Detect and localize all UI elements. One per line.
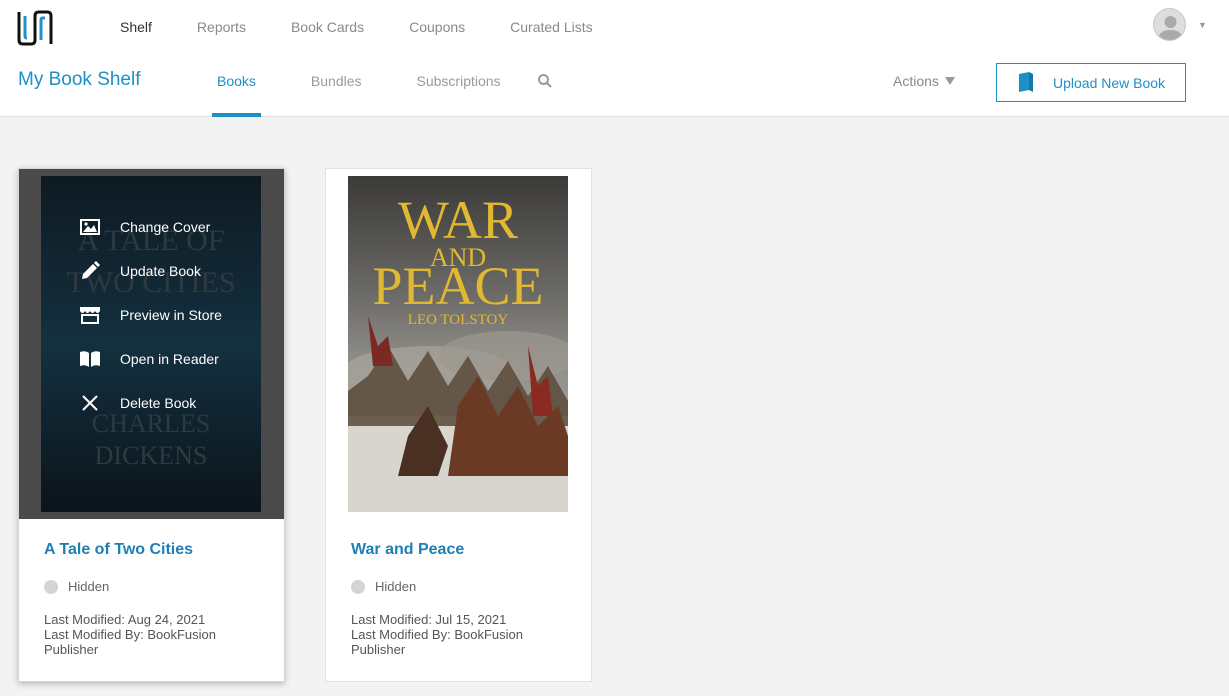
tab-bundles[interactable]: Bundles [306, 73, 367, 117]
status-dot [44, 579, 58, 594]
menu-item-label: Preview in Store [120, 307, 222, 323]
menu-item-label: Update Book [120, 263, 201, 279]
preview-in-store-menu-item[interactable]: Preview in Store [79, 303, 222, 327]
book-card[interactable]: A TALE OF TWO CITIES CHARLES DICKENS Cha… [18, 168, 285, 682]
cover-word1: WAR [398, 190, 518, 250]
close-icon [79, 392, 101, 414]
nav-coupons[interactable]: Coupons [409, 19, 465, 35]
nav-curated-lists[interactable]: Curated Lists [510, 19, 592, 35]
status-dot [351, 579, 365, 594]
image-icon [79, 216, 101, 238]
war-and-peace-cover-image: WAR AND PEACE LEO TOLSTOY [348, 176, 568, 512]
tab-subscriptions[interactable]: Subscriptions [412, 73, 506, 117]
store-icon [79, 304, 101, 326]
book-meta: Last Modified: Aug 24, 2021 Last Modifie… [44, 612, 244, 657]
book-card[interactable]: WAR AND PEACE LEO TOLSTOY War and Peace … [325, 168, 592, 682]
status-label: Hidden [68, 579, 110, 594]
last-modified-by: Last Modified By: BookFusion Publisher [351, 627, 523, 657]
delete-book-menu-item[interactable]: Delete Book [79, 391, 196, 415]
update-book-menu-item[interactable]: Update Book [79, 259, 201, 283]
cover-overlay: A TALE OF TWO CITIES CHARLES DICKENS Cha… [19, 169, 284, 519]
tab-bar: Books Bundles Subscriptions [212, 73, 551, 117]
menu-item-label: Change Cover [120, 219, 211, 235]
user-icon [1158, 16, 1183, 40]
caret-down-icon [944, 77, 955, 85]
upload-button-label: Upload New Book [1053, 75, 1166, 91]
cover-word3: PEACE [372, 256, 543, 316]
status-badge: Hidden [44, 579, 109, 594]
menu-item-label: Delete Book [120, 395, 197, 411]
nav-reports[interactable]: Reports [197, 19, 246, 35]
book-title-link[interactable]: A Tale of Two Cities [44, 541, 193, 559]
book-cover[interactable]: WAR AND PEACE LEO TOLSTOY [348, 176, 568, 512]
open-in-reader-menu-item[interactable]: Open in Reader [79, 347, 219, 371]
page-title: My Book Shelf [18, 69, 141, 90]
upload-new-book-button[interactable]: Upload New Book [996, 63, 1186, 102]
actions-label: Actions [893, 73, 939, 89]
book-cover[interactable]: A TALE OF TWO CITIES CHARLES DICKENS Cha… [41, 176, 261, 512]
pencil-icon [79, 260, 101, 282]
last-modified-by: Last Modified By: BookFusion Publisher [44, 627, 216, 657]
top-bar: Shelf Reports Book Cards Coupons Curated… [0, 0, 1229, 117]
book-meta: Last Modified: Jul 15, 2021 Last Modifie… [351, 612, 551, 657]
logo-icon[interactable] [17, 10, 53, 46]
change-cover-menu-item[interactable]: Change Cover [79, 215, 210, 239]
book-hover-menu: Change Cover Update Book Preview in Stor… [41, 176, 261, 512]
nav-book-cards[interactable]: Book Cards [291, 19, 364, 35]
book-title-link[interactable]: War and Peace [351, 541, 464, 559]
avatar[interactable] [1153, 8, 1186, 41]
chevron-down-icon[interactable]: ▼ [1198, 20, 1207, 30]
last-modified: Last Modified: Aug 24, 2021 [44, 612, 206, 627]
main-nav: Shelf Reports Book Cards Coupons Curated… [120, 19, 638, 35]
tab-books[interactable]: Books [212, 73, 261, 117]
cover-author: LEO TOLSTOY [408, 312, 509, 328]
book-open-icon [79, 348, 101, 370]
status-label: Hidden [375, 579, 417, 594]
nav-shelf[interactable]: Shelf [120, 19, 152, 35]
search-icon[interactable] [537, 73, 553, 89]
last-modified: Last Modified: Jul 15, 2021 [351, 612, 507, 627]
actions-dropdown[interactable]: Actions [893, 73, 955, 89]
status-badge: Hidden [351, 579, 416, 594]
cover-area: WAR AND PEACE LEO TOLSTOY [326, 169, 591, 519]
book-icon [1019, 72, 1033, 92]
menu-item-label: Open in Reader [120, 351, 219, 367]
